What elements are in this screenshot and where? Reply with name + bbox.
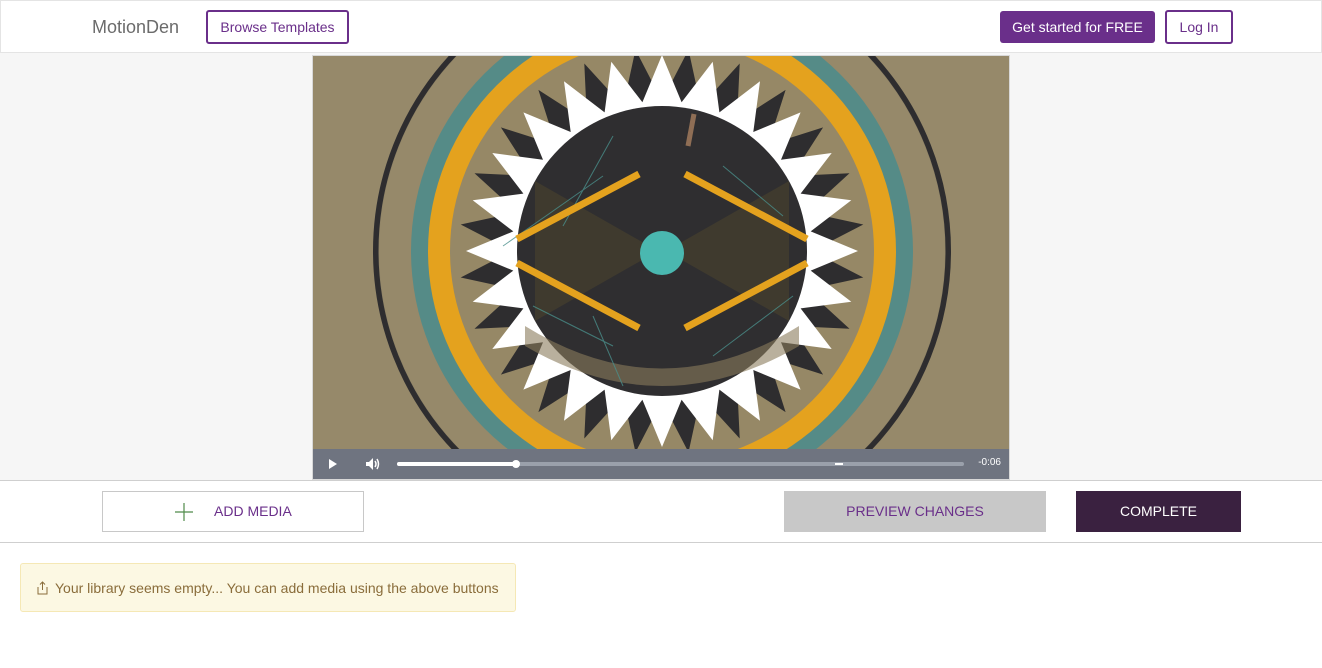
- seek-handle[interactable]: [512, 460, 521, 468]
- add-media-button[interactable]: ADD MEDIA: [102, 491, 364, 532]
- plus-icon: [175, 503, 193, 521]
- video-controls: -0:06: [313, 449, 1009, 479]
- video-player[interactable]: -0:06: [312, 55, 1010, 480]
- browse-templates-button[interactable]: Browse Templates: [206, 10, 349, 44]
- preview-changes-button[interactable]: PREVIEW CHANGES: [784, 491, 1046, 532]
- buffer-marker: [835, 463, 843, 465]
- empty-library-notice: Your library seems empty... You can add …: [20, 563, 516, 612]
- seek-progress: [397, 462, 517, 466]
- upload-icon: [37, 581, 48, 595]
- volume-icon[interactable]: [365, 457, 381, 471]
- logo[interactable]: MotionDen: [92, 17, 179, 38]
- preview-stage: -0:06: [0, 53, 1322, 481]
- get-started-button[interactable]: Get started for FREE: [1000, 11, 1155, 43]
- time-remaining: -0:06: [978, 457, 1001, 468]
- empty-library-message: Your library seems empty... You can add …: [55, 580, 499, 596]
- video-frame-artwork: [313, 56, 1009, 451]
- top-navbar: MotionDen Browse Templates Get started f…: [0, 0, 1322, 53]
- editor-toolbar: ADD MEDIA PREVIEW CHANGES COMPLETE: [0, 481, 1322, 543]
- complete-button[interactable]: COMPLETE: [1076, 491, 1241, 532]
- add-media-label: ADD MEDIA: [214, 503, 292, 519]
- login-button[interactable]: Log In: [1165, 10, 1233, 44]
- seek-bar[interactable]: [397, 460, 964, 468]
- play-icon[interactable]: [328, 458, 338, 470]
